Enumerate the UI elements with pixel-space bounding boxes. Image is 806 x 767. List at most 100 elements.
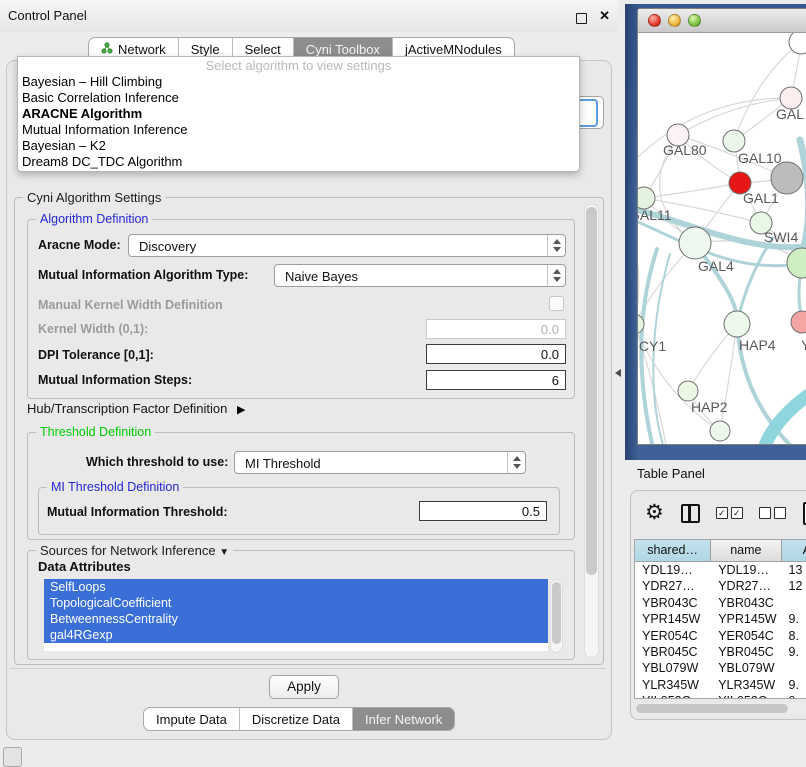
table-row[interactable]: YBR043CYBR043C [635, 595, 806, 611]
table-cell: YBR043C [711, 595, 781, 611]
network-edge [800, 140, 806, 254]
node-label: GAL4 [698, 258, 734, 274]
attribute-list-item[interactable]: BetweennessCentrality [44, 611, 548, 627]
which-threshold-combobox[interactable]: MI Threshold [234, 451, 526, 474]
table-cell: YER054C [635, 628, 711, 644]
table-header-row: shared…nameA [635, 540, 806, 562]
group-title: Algorithm Definition [36, 212, 152, 226]
algorithm-option[interactable]: Bayesian – K2 [18, 138, 579, 154]
column-header[interactable]: name [711, 540, 781, 562]
network-node[interactable] [723, 130, 745, 152]
combobox-stepper-icon[interactable] [507, 452, 525, 473]
algorithm-option[interactable]: Bayesian – Hill Climbing [18, 74, 579, 90]
tab-impute-data[interactable]: Impute Data [144, 708, 239, 730]
network-canvas[interactable]: GALGAL80GAL10GAL1GAL11SWI4GAL4GCY1HAP4YH… [638, 33, 806, 444]
combobox-stepper-icon[interactable] [547, 235, 565, 256]
combobox-stepper[interactable] [577, 99, 598, 127]
float-panel-icon[interactable] [576, 13, 587, 24]
network-window-titlebar[interactable] [638, 9, 806, 33]
algorithm-option[interactable]: ARACNE Algorithm [18, 106, 579, 122]
attribute-list-item[interactable]: TopologicalCoefficient [44, 595, 548, 611]
kernel-width-field[interactable]: 0.0 [426, 319, 566, 339]
node-label: HAP2 [691, 399, 728, 415]
tab-label: Style [191, 42, 220, 57]
node-label: HAP4 [739, 337, 776, 353]
table-panel-title: Table Panel [637, 466, 705, 481]
combobox-stepper-icon[interactable] [547, 265, 565, 286]
settings-scrollbar[interactable] [584, 204, 599, 658]
attributes-scrollbar[interactable] [550, 579, 563, 653]
attribute-list-item[interactable]: gal4RGexp [44, 627, 548, 643]
network-graph[interactable]: GALGAL80GAL10GAL1GAL11SWI4GAL4GCY1HAP4YH… [638, 33, 806, 444]
manual-kernel-label: Manual Kernel Width Definition [38, 298, 223, 312]
table-row[interactable]: YDL19…YDL19…13 [635, 562, 806, 578]
checked-box-icon: ✓ [731, 507, 743, 519]
columns-icon[interactable] [681, 504, 700, 523]
network-node[interactable] [789, 33, 806, 54]
column-header[interactable]: A [782, 540, 806, 562]
table-cell: 8. [782, 628, 806, 644]
network-node[interactable] [791, 311, 806, 333]
network-edge [644, 183, 740, 198]
table-cell: YIL052C [635, 693, 711, 699]
tab-label: jActiveMNodules [405, 42, 502, 57]
minimize-traffic-light-icon[interactable] [668, 14, 681, 27]
network-node[interactable] [710, 421, 730, 441]
expand-arrow-icon[interactable]: ▶ [237, 404, 245, 416]
tab-label: Impute Data [156, 712, 227, 727]
table-row[interactable]: YPR145WYPR145W9. [635, 611, 806, 627]
deselect-all-columns-icon[interactable] [759, 507, 786, 519]
apply-button[interactable]: Apply [269, 675, 339, 699]
mi-threshold-field[interactable]: 0.5 [419, 501, 547, 521]
table-body: YDL19…YDL19…13YDR27…YDR27…12YBR043CYBR04… [635, 562, 806, 699]
which-threshold-label: Which threshold to use: [86, 455, 228, 469]
zoom-traffic-light-icon[interactable] [688, 14, 701, 27]
table-cell: 13 [782, 562, 806, 578]
gear-icon[interactable]: ⚙ [645, 502, 664, 524]
table-row[interactable]: YLR345WYLR345W9. [635, 677, 806, 693]
table-row[interactable]: YBL079WYBL079W [635, 660, 806, 676]
table-row[interactable]: YBR045CYBR045C9. [635, 644, 806, 660]
tab-label: Infer Network [365, 712, 442, 727]
tab-label: Select [245, 42, 281, 57]
table-cell: YBL079W [635, 660, 711, 676]
combobox-value: Discovery [139, 239, 196, 254]
threshold-definition-group: Threshold Definition Which threshold to … [27, 432, 575, 540]
tab-infer-network[interactable]: Infer Network [352, 708, 454, 730]
tab-discretize-data[interactable]: Discretize Data [239, 708, 352, 730]
node-label: GCY1 [638, 338, 666, 354]
algorithm-option[interactable]: Dream8 DC_TDC Algorithm [18, 154, 579, 170]
sources-toggle[interactable]: Sources for Network Inference ▼ [36, 543, 233, 558]
network-node[interactable] [638, 187, 655, 209]
node-table[interactable]: shared…nameA YDL19…YDL19…13YDR27…YDR27…1… [634, 539, 806, 699]
network-node[interactable] [724, 311, 750, 337]
aracne-mode-label: Aracne Mode: [38, 238, 121, 252]
mi-type-combobox[interactable]: Naive Bayes [274, 264, 566, 287]
table-row[interactable]: YER054CYER054C8. [635, 628, 806, 644]
table-row[interactable]: YIL052CYIL052C9 [635, 693, 806, 699]
table-row[interactable]: YDR27…YDR27…12 [635, 578, 806, 594]
table-cell [782, 660, 806, 676]
dpi-tolerance-field[interactable]: 0.0 [426, 344, 566, 364]
column-header[interactable]: shared… [635, 540, 711, 562]
node-label: SWI4 [764, 229, 798, 245]
close-icon[interactable]: ✕ [599, 8, 610, 24]
cyni-bottom-tabs: Impute Data Discretize Data Infer Networ… [143, 707, 455, 731]
algorithm-option[interactable]: Basic Correlation Inference [18, 90, 579, 106]
table-horizontal-scrollbar[interactable] [634, 703, 806, 714]
tab-label: Network [118, 42, 166, 57]
network-node[interactable] [787, 248, 806, 278]
hub-definition-toggle[interactable]: Hub/Transcription Factor Definition ▶ [27, 401, 245, 416]
minimized-panel-icon[interactable] [3, 747, 22, 767]
collapse-arrow-icon[interactable]: ▼ [219, 547, 229, 558]
manual-kernel-checkbox[interactable] [549, 296, 564, 311]
network-node[interactable] [678, 381, 698, 401]
select-all-columns-icon[interactable]: ✓ ✓ [716, 507, 743, 519]
aracne-mode-combobox[interactable]: Discovery [128, 234, 566, 257]
close-traffic-light-icon[interactable] [648, 14, 661, 27]
mi-steps-field[interactable]: 6 [426, 370, 566, 390]
algorithm-definition-group: Algorithm Definition Aracne Mode: Discov… [27, 219, 575, 399]
attribute-list-item[interactable]: SelfLoops [44, 579, 548, 595]
network-node[interactable] [679, 227, 711, 259]
algorithm-option[interactable]: Mutual Information Inference [18, 122, 579, 138]
